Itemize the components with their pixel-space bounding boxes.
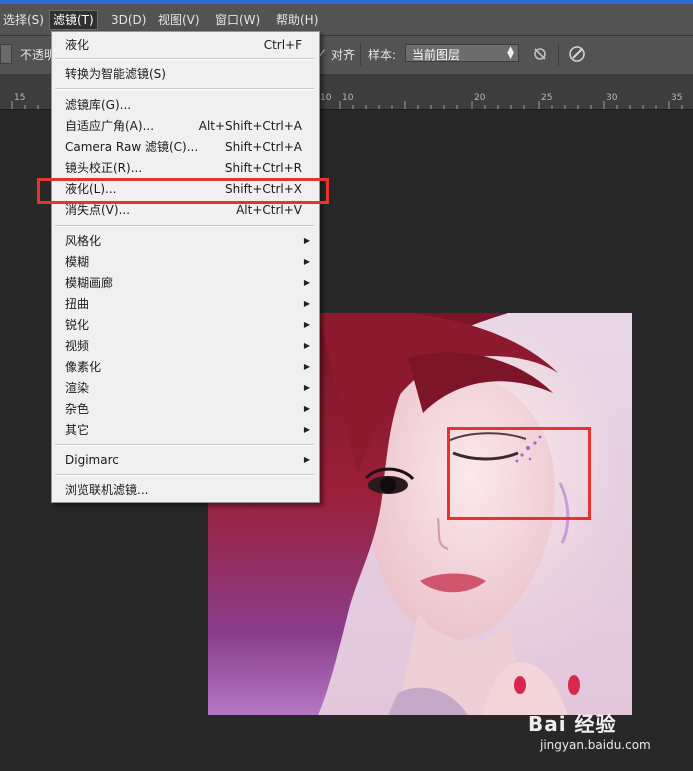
sample-label: 样本: (368, 48, 397, 62)
menu-item-last-filter[interactable]: 液化 Ctrl+F (52, 35, 319, 55)
highlight-box-eye (447, 427, 591, 520)
menu-item-render[interactable]: 渲染 ▶ (52, 378, 319, 398)
menu-item-label: Digimarc (65, 453, 119, 467)
menu-item-noise[interactable]: 杂色 ▶ (52, 399, 319, 419)
sample-select[interactable]: 当前图层 ▲ ▼ (405, 44, 519, 62)
menu-item-blur[interactable]: 模糊 ▶ (52, 252, 319, 272)
menu-item-label: 模糊 (65, 255, 90, 269)
menu-item-filter-gallery[interactable]: 滤镜库(G)... (52, 95, 319, 115)
mode-dropdown-stub[interactable] (0, 44, 12, 64)
menu-item-pixelate[interactable]: 像素化 ▶ (52, 357, 319, 377)
menu-item-label: 视频 (65, 339, 90, 353)
menu-item-label: 杂色 (65, 402, 90, 416)
menu-item-label: 浏览联机滤镜... (65, 483, 149, 497)
menu-item-stylize[interactable]: 风格化 ▶ (52, 231, 319, 251)
menu-item-label: 滤镜库(G)... (65, 98, 132, 112)
chevron-right-icon: ▶ (303, 236, 310, 245)
menu-separator (55, 474, 314, 476)
align-label: 对齐 (331, 48, 356, 62)
chevron-right-icon: ▶ (303, 362, 310, 371)
menu-item-shortcut: Ctrl+F (263, 38, 302, 52)
menu-item-convert-smart-filter[interactable]: 转换为智能滤镜(S) (52, 64, 319, 84)
chevron-right-icon: ▶ (303, 455, 310, 464)
watermark-url: jingyan.baidu.com (540, 738, 651, 752)
highlight-box-liquify (37, 178, 329, 204)
chevron-right-icon: ▶ (303, 383, 310, 392)
ruler-label: 10 (320, 93, 332, 103)
menu-item-lens-correction[interactable]: 镜头校正(R)... Shift+Ctrl+R (52, 158, 319, 178)
ruler-label: 20 (474, 93, 486, 103)
menu-item-label: 风格化 (65, 234, 102, 248)
chevron-right-icon: ▶ (303, 320, 310, 329)
menu-help[interactable]: 帮助(H) (273, 11, 321, 29)
menu-separator (55, 225, 314, 227)
menu-separator (55, 58, 314, 60)
menu-3d[interactable]: 3D(D) (108, 11, 149, 29)
menu-item-label: Camera Raw 滤镜(C)... (65, 140, 199, 154)
chevron-right-icon: ▶ (303, 404, 310, 413)
menu-item-sharpen[interactable]: 锐化 ▶ (52, 315, 319, 335)
chevron-right-icon: ▶ (303, 278, 310, 287)
ruler-label: 30 (606, 93, 618, 103)
menu-item-camera-raw[interactable]: Camera Raw 滤镜(C)... Shift+Ctrl+A (52, 137, 319, 157)
menu-item-adaptive-wide-angle[interactable]: 自适应广角(A)... Alt+Shift+Ctrl+A (52, 116, 319, 136)
menu-item-label: 液化 (65, 38, 90, 52)
menu-item-shortcut: Shift+Ctrl+R (224, 161, 302, 175)
chevron-right-icon: ▶ (303, 341, 310, 350)
menu-item-label: 其它 (65, 423, 90, 437)
menu-item-label: 镜头校正(R)... (65, 161, 143, 175)
baidu-watermark: Bai 经验 (528, 712, 617, 736)
brush-pressure-icon[interactable] (568, 45, 586, 63)
menu-item-label: 锐化 (65, 318, 90, 332)
menu-item-shortcut: Alt+Shift+Ctrl+A (198, 119, 302, 133)
menu-item-blur-gallery[interactable]: 模糊画廊 ▶ (52, 273, 319, 293)
menu-item-shortcut: Shift+Ctrl+A (225, 140, 302, 154)
chevron-right-icon: ▶ (303, 425, 310, 434)
menu-item-label: 渲染 (65, 381, 90, 395)
menu-item-video[interactable]: 视频 ▶ (52, 336, 319, 356)
chevron-updown-icon: ▲ ▼ (507, 45, 514, 61)
menu-item-label: 自适应广角(A)... (65, 119, 155, 133)
menu-filter[interactable]: 滤镜(T) (49, 10, 98, 30)
chevron-right-icon: ▶ (303, 299, 310, 308)
ruler-label: 35 (671, 93, 683, 103)
sample-select-value: 当前图层 (412, 48, 461, 62)
ignore-adjustment-icon[interactable] (532, 46, 548, 62)
menu-select[interactable]: 选择(S) (0, 11, 47, 29)
divider (360, 44, 361, 66)
menu-item-digimarc[interactable]: Digimarc ▶ (52, 450, 319, 470)
menu-window[interactable]: 窗口(W) (212, 11, 263, 29)
ruler-label: 15 (14, 93, 26, 103)
menu-item-label: 扭曲 (65, 297, 90, 311)
menu-separator (55, 88, 314, 90)
menu-item-distort[interactable]: 扭曲 ▶ (52, 294, 319, 314)
menu-item-label: 转换为智能滤镜(S) (65, 67, 166, 81)
menu-item-label: 模糊画廊 (65, 276, 114, 290)
menu-item-browse-filters-online[interactable]: 浏览联机滤镜... (52, 480, 319, 500)
menu-view[interactable]: 视图(V) (155, 11, 203, 29)
ruler-label: 10 (342, 93, 354, 103)
divider (558, 44, 559, 66)
chevron-right-icon: ▶ (303, 257, 310, 266)
menu-item-label: 像素化 (65, 360, 102, 374)
menu-item-other[interactable]: 其它 ▶ (52, 420, 319, 440)
menu-separator (55, 444, 314, 446)
filter-menu: 液化 Ctrl+F 转换为智能滤镜(S) 滤镜库(G)... 自适应广角(A)..… (51, 31, 320, 503)
ruler-label: 25 (541, 93, 553, 103)
